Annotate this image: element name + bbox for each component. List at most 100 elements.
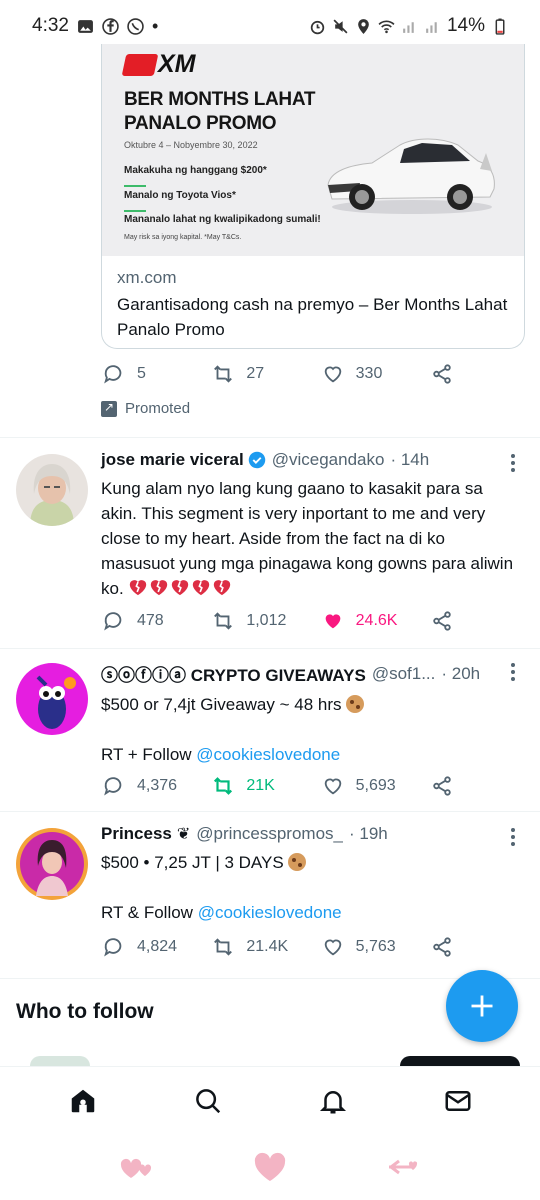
like-count: 5,763 — [355, 938, 396, 955]
heart-icon — [324, 366, 341, 383]
retweet-count: 1,012 — [246, 612, 287, 629]
share-button[interactable] — [431, 775, 453, 797]
nav-home[interactable] — [53, 1071, 113, 1131]
tweet-action-bar: 4,824 21.4K 5,763 — [103, 936, 453, 958]
arrow-heart-icon — [389, 1159, 418, 1175]
home-icon — [71, 1089, 94, 1112]
author-handle[interactable]: @princesspromos_ — [196, 824, 343, 844]
author-handle[interactable]: @sof1... — [372, 664, 436, 684]
tweet-text: Kung alam nyo lang kung gaano to kasakit… — [101, 476, 516, 601]
signal-icon — [424, 18, 441, 35]
promoted-icon — [101, 400, 117, 417]
mention-link[interactable]: @cookieslovedone — [198, 903, 342, 922]
car-image — [327, 138, 495, 214]
gallery-icon — [77, 18, 94, 35]
retweet-count: 21.4K — [246, 938, 289, 955]
xm-logo-mark — [121, 53, 159, 76]
heart-icon — [324, 778, 341, 795]
like-count: 5,693 — [355, 777, 396, 794]
share-icon — [433, 364, 451, 384]
share-icon — [433, 937, 451, 957]
mention-link[interactable]: @cookieslovedone — [196, 745, 340, 764]
author-name[interactable]: ⓢⓞⓕⓘⓐ CRYPTO GIVEAWAYS — [101, 661, 366, 686]
author-name[interactable]: jose marie viceral — [101, 450, 244, 470]
retweet-button[interactable]: 21K — [212, 775, 321, 797]
author-name[interactable]: Princess — [101, 824, 172, 844]
promo-divider — [124, 185, 146, 187]
verified-badge-icon — [248, 451, 265, 469]
location-icon — [355, 18, 372, 35]
author-handle[interactable]: @vicegandako — [272, 450, 385, 470]
tweet-text: $500 or 7,4jt Giveaway ~ 48 hrs RT + Fol… — [101, 692, 516, 767]
compose-tweet-button[interactable] — [446, 970, 518, 1042]
avatar[interactable] — [16, 828, 88, 900]
mute-icon — [332, 18, 349, 35]
tweet-action-bar: 478 1,012 24.6K — [103, 610, 453, 632]
like-button[interactable]: 5,763 — [322, 936, 431, 958]
reply-button[interactable]: 4,376 — [103, 775, 212, 797]
heart-icon — [324, 939, 341, 956]
reply-button[interactable]: 5 — [103, 363, 212, 385]
tweet[interactable]: Princess ❦ @princesspromos_ · 19h $500 •… — [0, 812, 540, 978]
retweet-icon — [214, 612, 233, 630]
two-hearts-icon — [120, 1158, 151, 1178]
tweet-line: $500 • 7,25 JT | 3 DAYS — [101, 853, 284, 872]
like-button[interactable]: 330 — [322, 363, 431, 385]
share-button[interactable] — [431, 363, 453, 385]
promo-card[interactable]: XM BER MONTHS LAHAT PANALO PROMO Oktubre… — [101, 44, 525, 349]
share-icon — [433, 611, 451, 631]
nav-messages[interactable] — [428, 1071, 488, 1131]
retweet-active-icon — [214, 777, 233, 795]
avatar[interactable] — [16, 454, 88, 526]
retweet-icon — [214, 938, 233, 956]
like-count: 24.6K — [355, 612, 398, 629]
messages-icon — [445, 1090, 470, 1111]
reply-button[interactable]: 478 — [103, 610, 212, 632]
retweet-button[interactable]: 27 — [212, 363, 321, 385]
reply-icon — [104, 612, 122, 631]
retweet-count: 27 — [246, 365, 265, 382]
xm-logo: XM — [121, 50, 196, 79]
card-headline[interactable]: Garantisadong cash na premyo – Ber Month… — [117, 292, 514, 342]
nav-notifications[interactable] — [303, 1071, 363, 1131]
retweet-button[interactable]: 21.4K — [212, 936, 321, 958]
recent-apps-button[interactable] — [113, 1147, 161, 1187]
battery-percent: 14% — [446, 15, 485, 36]
promo-action-bar: 5 27 330 — [103, 363, 453, 385]
xm-logo-text: XM — [158, 50, 196, 78]
notifications-icon — [319, 1090, 346, 1113]
tweet[interactable]: jose marie viceral @vicegandako · 14h Ku… — [0, 438, 540, 648]
tweet-line: RT + Follow — [101, 745, 192, 764]
system-navigation — [0, 1134, 540, 1200]
bottom-navigation — [0, 1066, 540, 1134]
promoted-text: Promoted — [125, 400, 191, 417]
retweet-button[interactable]: 1,012 — [212, 610, 321, 632]
follow-suggestion-avatar[interactable] — [30, 1056, 90, 1066]
promo-image-title: BER MONTHS LAHAT PANALO PROMO — [124, 89, 316, 134]
reply-count: 4,824 — [137, 938, 178, 955]
tweet-time: · 19h — [349, 824, 388, 843]
avatar[interactable] — [16, 663, 88, 735]
viber-icon — [127, 17, 144, 35]
promo-divider — [124, 210, 146, 212]
share-button[interactable] — [431, 936, 453, 958]
dot-indicator: • — [151, 15, 159, 36]
retweet-icon — [214, 365, 233, 383]
tweet[interactable]: ⓢⓞⓕⓘⓐ CRYPTO GIVEAWAYS @sof1... · 20h $5… — [0, 649, 540, 811]
reply-button[interactable]: 4,824 — [103, 936, 212, 958]
promoted-label: Promoted — [101, 400, 190, 417]
like-button[interactable]: 5,693 — [322, 775, 431, 797]
heart-icon — [254, 1152, 286, 1181]
reply-icon — [104, 777, 122, 796]
home-system-button[interactable] — [246, 1147, 294, 1187]
like-button[interactable]: 24.6K — [322, 610, 431, 632]
share-button[interactable] — [431, 610, 453, 632]
back-button[interactable] — [379, 1147, 427, 1187]
follow-button[interactable] — [400, 1056, 520, 1066]
tweet-time: · 20h — [441, 663, 481, 683]
share-icon — [433, 776, 451, 796]
nav-search[interactable] — [178, 1071, 238, 1131]
signal-icon — [401, 18, 418, 35]
tweet-text: $500 • 7,25 JT | 3 DAYS RT & Follow @coo… — [101, 850, 516, 925]
like-count: 330 — [355, 365, 383, 382]
